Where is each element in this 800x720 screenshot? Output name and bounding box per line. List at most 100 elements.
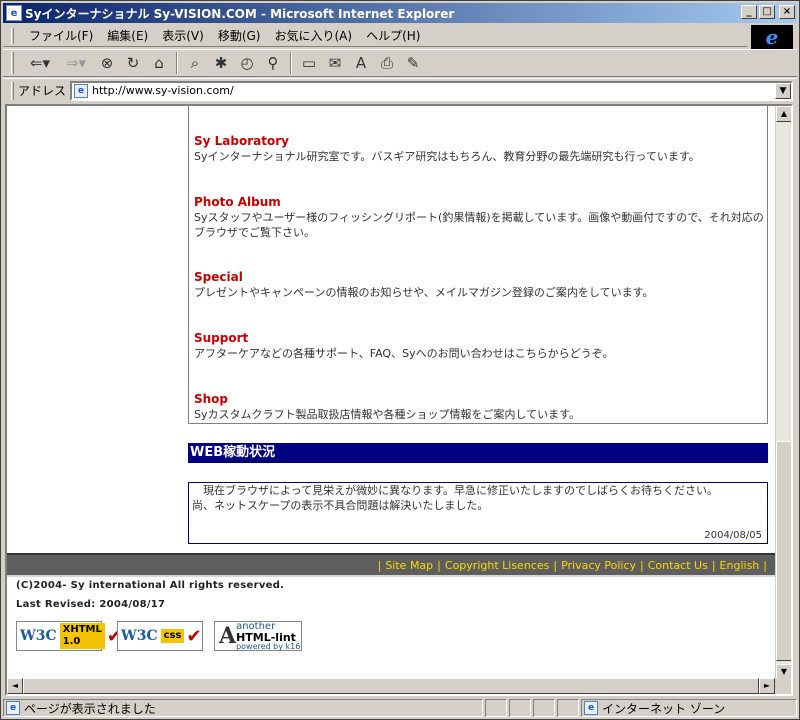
fullscreen-icon[interactable]: ▭ xyxy=(296,51,322,75)
section-title-link[interactable]: Support xyxy=(194,331,764,346)
history-icon[interactable]: ◴ xyxy=(234,51,260,75)
print-icon[interactable]: ⎙ xyxy=(374,51,400,75)
scrollbar-corner xyxy=(775,678,791,694)
lint-a-logo: A xyxy=(219,623,237,649)
notice-line: 現在ブラウザによって見栄えが微妙に異なります。早急に修正いたしますのでしばらくお… xyxy=(192,484,719,497)
footer-divider xyxy=(7,575,775,577)
menu-help[interactable]: ヘルプ(H) xyxy=(359,25,427,46)
web-status-header: WEB稼動状況 xyxy=(188,443,768,463)
toolbar-grip[interactable] xyxy=(11,52,14,74)
status-cell xyxy=(509,699,531,717)
address-bar: アドレス e http://www.sy-vision.com/ ▼ xyxy=(3,78,797,102)
footer-link-site-map[interactable]: Site Map xyxy=(385,559,433,572)
section-shop: Shop Syカスタムクラフト製品取扱店情報や各種ショップ情報をご案内しています… xyxy=(194,392,764,422)
channels-icon[interactable]: ⚲ xyxy=(260,51,286,75)
status-bar: e ページが表示されました e インターネット ゾーン xyxy=(3,698,797,718)
toolbar-separator xyxy=(290,52,292,74)
title-bar[interactable]: e Syインターナショナル Sy-VISION.COM - Microsoft … xyxy=(3,3,797,23)
section-description: プレゼントやキャンペーンの情報のお知らせや、メイルマガジン登録のご案内をしていま… xyxy=(194,286,654,299)
scroll-left-button[interactable]: ◄ xyxy=(7,678,23,694)
scroll-up-button[interactable]: ▲ xyxy=(776,106,791,122)
zone-text: インターネット ゾーン xyxy=(602,701,726,716)
menu-edit[interactable]: 編集(E) xyxy=(100,25,155,46)
refresh-icon[interactable]: ↻ xyxy=(120,51,146,75)
section-description: アフターケアなどの各種サポート、FAQ、Syへのお問い合わせはこちらからどうぞ。 xyxy=(194,347,614,360)
footer-link-privacy[interactable]: Privacy Policy xyxy=(561,559,636,572)
status-text: ページが表示されました xyxy=(24,701,156,716)
section-description: Syインターナショナル研究室です。バスギア研究はもちろん、教育分野の最先端研究も… xyxy=(194,150,700,163)
forward-icon[interactable]: ⇒▾ xyxy=(58,51,94,75)
mail-icon[interactable]: ✉ xyxy=(322,51,348,75)
menu-bar: ファイル(F) 編集(E) 表示(V) 移動(G) お気に入り(A) ヘルプ(H… xyxy=(3,25,747,47)
scroll-right-button[interactable]: ► xyxy=(759,678,775,694)
notice-date: 2004/08/05 xyxy=(704,530,762,541)
css-label: css xyxy=(160,629,185,643)
minimize-button[interactable]: _ xyxy=(741,5,757,19)
footer-link-copyright[interactable]: Copyright Lisences xyxy=(445,559,549,572)
status-main: e ページが表示されました xyxy=(3,699,483,717)
menu-file[interactable]: ファイル(F) xyxy=(22,25,100,46)
section-description: Syカスタムクラフト製品取扱店情報や各種ショップ情報をご案内しています。 xyxy=(194,408,581,421)
lint-text-group: another HTML-lint powered by k16 xyxy=(236,620,300,651)
address-input[interactable]: e http://www.sy-vision.com/ ▼ xyxy=(70,80,793,101)
w3c-css-badge[interactable]: W3C css ✔ xyxy=(117,621,203,651)
browser-window: e Syインターナショナル Sy-VISION.COM - Microsoft … xyxy=(0,0,800,720)
edit-icon[interactable]: ✎ xyxy=(400,51,426,75)
page-viewport[interactable]: Sy Laboratory Syインターナショナル研究室です。バスギア研究はもち… xyxy=(5,104,793,696)
footer-link-contact[interactable]: Contact Us xyxy=(648,559,708,572)
maximize-button[interactable]: □ xyxy=(759,5,775,19)
address-url[interactable]: http://www.sy-vision.com/ xyxy=(92,84,234,97)
w3c-xhtml-badge[interactable]: W3C XHTML 1.0 ✔ xyxy=(16,621,122,651)
internet-zone-icon: e xyxy=(584,701,598,715)
status-cell xyxy=(533,699,555,717)
menubar-grip[interactable] xyxy=(11,27,14,44)
status-cell xyxy=(557,699,579,717)
footer-separator: | xyxy=(553,558,558,572)
section-title-link[interactable]: Photo Album xyxy=(194,195,764,210)
web-status-notice: 現在ブラウザによって見栄えが微妙に異なります。早急に修正いたしますのでしばらくお… xyxy=(188,482,768,544)
window-title: Syインターナショナル Sy-VISION.COM - Microsoft In… xyxy=(25,6,455,21)
menu-go[interactable]: 移動(G) xyxy=(211,25,268,46)
section-title-link[interactable]: Shop xyxy=(194,392,764,407)
xhtml-label: XHTML 1.0 xyxy=(59,623,105,649)
footer-separator: | xyxy=(437,558,441,572)
footer-separator: | xyxy=(711,558,716,572)
home-icon[interactable]: ⌂ xyxy=(146,51,172,75)
html-lint-badge[interactable]: A another HTML-lint powered by k16 xyxy=(214,621,302,651)
horizontal-scroll-thumb[interactable] xyxy=(23,678,759,694)
favorites-icon[interactable]: ✱ xyxy=(208,51,234,75)
security-zone[interactable]: e インターネット ゾーン xyxy=(581,699,797,717)
standard-toolbar: ⇐▾ ⇒▾ ⊗ ↻ ⌂ ⌕ ✱ ◴ ⚲ ▭ ✉ A ⎙ ✎ xyxy=(3,49,797,77)
section-title-link[interactable]: Special xyxy=(194,270,764,285)
footer-separator: | xyxy=(377,558,382,572)
ie-window-icon[interactable]: e xyxy=(6,5,22,21)
address-label: アドレス xyxy=(18,84,67,98)
footer-separator: | xyxy=(640,558,644,572)
horizontal-scrollbar[interactable]: ◄ ► xyxy=(7,678,775,694)
address-dropdown-button[interactable]: ▼ xyxy=(775,82,791,99)
close-button[interactable]: × xyxy=(779,5,795,19)
ie-logo-icon: e xyxy=(751,25,793,49)
menu-view[interactable]: 表示(V) xyxy=(155,25,211,46)
page-icon: e xyxy=(74,83,89,98)
lint-main: HTML-lint xyxy=(236,630,296,644)
last-revised-text: Last Revised: 2004/08/17 xyxy=(16,599,166,610)
w3c-logo: W3C xyxy=(121,628,158,644)
section-title-link[interactable]: Sy Laboratory xyxy=(194,134,764,149)
menu-favorites[interactable]: お気に入り(A) xyxy=(267,25,359,46)
back-icon[interactable]: ⇐▾ xyxy=(22,51,58,75)
vertical-scrollbar[interactable]: ▲ ▼ xyxy=(775,106,791,680)
toolbar-separator xyxy=(176,52,178,74)
addressbar-grip[interactable] xyxy=(11,81,14,100)
search-icon[interactable]: ⌕ xyxy=(182,51,208,75)
section-support: Support アフターケアなどの各種サポート、FAQ、Syへのお問い合わせはこ… xyxy=(194,331,764,361)
stop-icon[interactable]: ⊗ xyxy=(94,51,120,75)
section-photo-album: Photo Album Syスタッフやユーザー様のフィッシングリポート(釣果情報… xyxy=(194,195,764,240)
footer-separator: | xyxy=(763,558,767,572)
font-icon[interactable]: A xyxy=(348,51,374,75)
lint-another: another xyxy=(236,620,276,632)
section-description: Syスタッフやユーザー様のフィッシングリポート(釣果情報)を掲載しています。画像… xyxy=(194,211,764,239)
content-box: Sy Laboratory Syインターナショナル研究室です。バスギア研究はもち… xyxy=(188,106,768,424)
footer-link-english[interactable]: English xyxy=(720,559,760,572)
vertical-scroll-thumb[interactable] xyxy=(776,441,791,661)
